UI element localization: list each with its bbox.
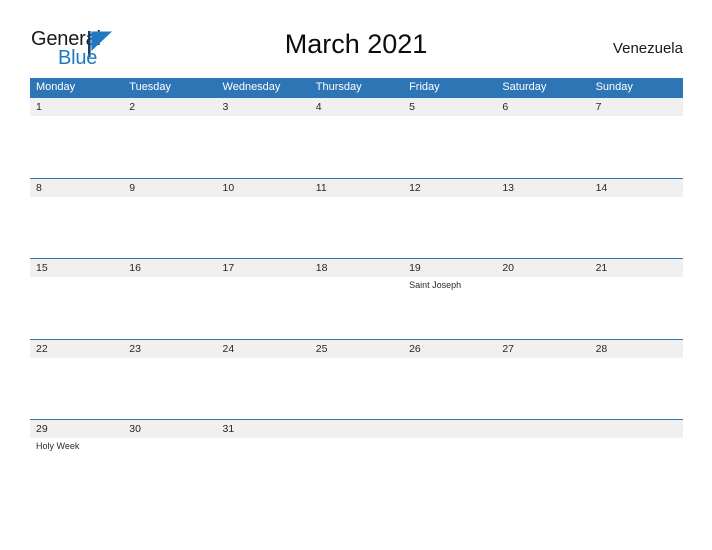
day-number: 15 bbox=[36, 262, 48, 274]
weekday-header-sunday: Sunday bbox=[595, 81, 633, 93]
day-cell[interactable]: 30 bbox=[123, 420, 216, 500]
calendar-grid: Monday Tuesday Wednesday Thursday Friday… bbox=[30, 78, 683, 500]
day-cell-empty bbox=[403, 420, 496, 500]
day-number: 2 bbox=[129, 101, 136, 113]
day-number: 22 bbox=[36, 342, 48, 355]
day-number: 8 bbox=[36, 181, 42, 194]
day-cell[interactable]: 12 bbox=[403, 179, 496, 259]
day-cell[interactable]: 24 bbox=[217, 340, 310, 420]
day-cell-holiday[interactable]: 29 Holy Week bbox=[30, 420, 123, 500]
day-cell[interactable]: 4 bbox=[310, 98, 403, 178]
weekday-header-saturday: Saturday bbox=[502, 81, 547, 93]
day-number: 21 bbox=[595, 262, 608, 274]
day-cell[interactable]: 9 bbox=[123, 179, 216, 259]
day-cell[interactable]: 27 bbox=[496, 340, 589, 420]
day-cell[interactable]: 20 bbox=[496, 259, 589, 339]
day-number: 19 bbox=[409, 262, 421, 274]
day-number: 14 bbox=[595, 181, 608, 194]
day-cell[interactable]: 26 bbox=[403, 340, 496, 420]
calendar-page: General Blue March 2021 Venezuela Monday… bbox=[0, 0, 712, 550]
day-number: 31 bbox=[222, 423, 235, 435]
day-cell[interactable]: 25 bbox=[310, 340, 403, 420]
day-number: 20 bbox=[502, 262, 515, 274]
day-number: 1 bbox=[36, 101, 42, 113]
day-number: 28 bbox=[595, 342, 608, 355]
day-cell-empty bbox=[590, 420, 683, 500]
week-row: 15 16 17 18 19 Saint Joseph 20 21 bbox=[30, 258, 683, 339]
day-cell-empty bbox=[496, 420, 589, 500]
day-number: 29 bbox=[36, 423, 48, 435]
day-number: 16 bbox=[129, 262, 141, 274]
day-number: 17 bbox=[222, 262, 235, 274]
day-cell[interactable]: 22 bbox=[30, 340, 123, 420]
week-row: 8 9 10 11 12 13 14 bbox=[30, 177, 683, 259]
day-event: Holy Week bbox=[36, 441, 80, 451]
day-cell[interactable]: 3 bbox=[217, 98, 310, 178]
day-cell[interactable]: 23 bbox=[123, 340, 216, 420]
weekday-header-friday: Friday bbox=[409, 81, 440, 93]
day-number: 5 bbox=[409, 101, 415, 113]
day-number: 11 bbox=[315, 181, 327, 194]
week-row: 22 23 24 25 26 27 28 bbox=[30, 338, 683, 420]
day-cell[interactable]: 6 bbox=[496, 98, 589, 178]
weekday-header-thursday: Thursday bbox=[315, 81, 362, 93]
day-number: 18 bbox=[315, 262, 328, 274]
day-number: 7 bbox=[595, 101, 602, 113]
day-cell[interactable]: 2 bbox=[123, 98, 216, 178]
day-cell[interactable]: 16 bbox=[123, 259, 216, 339]
day-cell[interactable]: 28 bbox=[590, 340, 683, 420]
day-number: 26 bbox=[409, 342, 421, 355]
day-number: 6 bbox=[502, 101, 509, 113]
day-cell[interactable]: 7 bbox=[590, 98, 683, 178]
weekday-header-tuesday: Tuesday bbox=[129, 81, 172, 93]
day-cell[interactable]: 17 bbox=[217, 259, 310, 339]
week-row: 29 Holy Week 30 31 bbox=[30, 419, 683, 500]
week-row: 1 2 3 4 5 6 7 bbox=[30, 97, 683, 178]
country-label: Venezuela bbox=[612, 40, 683, 57]
day-cell-empty bbox=[310, 420, 403, 500]
day-number: 13 bbox=[502, 181, 515, 194]
day-cell[interactable]: 21 bbox=[590, 259, 683, 339]
day-cell[interactable]: 10 bbox=[217, 179, 310, 259]
day-number: 3 bbox=[222, 101, 229, 113]
day-cell[interactable]: 18 bbox=[310, 259, 403, 339]
day-number: 4 bbox=[315, 101, 322, 113]
day-cell-holiday[interactable]: 19 Saint Joseph bbox=[403, 259, 496, 339]
day-cell[interactable]: 1 bbox=[30, 98, 123, 178]
day-cell[interactable]: 15 bbox=[30, 259, 123, 339]
day-event: Saint Joseph bbox=[409, 280, 462, 290]
day-number: 25 bbox=[315, 342, 328, 355]
day-number: 23 bbox=[129, 342, 141, 355]
page-title: March 2021 bbox=[284, 29, 428, 59]
day-cell[interactable]: 8 bbox=[30, 179, 123, 259]
day-cell[interactable]: 14 bbox=[590, 179, 683, 259]
day-cell[interactable]: 5 bbox=[403, 98, 496, 178]
page-header: General Blue March 2021 Venezuela bbox=[0, 0, 712, 78]
day-cell[interactable]: 11 bbox=[310, 179, 403, 259]
day-number: 30 bbox=[129, 423, 141, 435]
day-number: 27 bbox=[502, 342, 515, 355]
weekday-header-monday: Monday bbox=[36, 81, 76, 93]
weekday-header-row: Monday Tuesday Wednesday Thursday Friday… bbox=[30, 78, 683, 97]
day-number: 10 bbox=[222, 181, 235, 194]
day-number: 24 bbox=[222, 342, 235, 355]
day-number: 9 bbox=[129, 181, 136, 194]
day-cell[interactable]: 31 bbox=[217, 420, 310, 500]
weekday-header-wednesday: Wednesday bbox=[222, 81, 281, 93]
day-cell[interactable]: 13 bbox=[496, 179, 589, 259]
day-number: 12 bbox=[409, 181, 421, 194]
